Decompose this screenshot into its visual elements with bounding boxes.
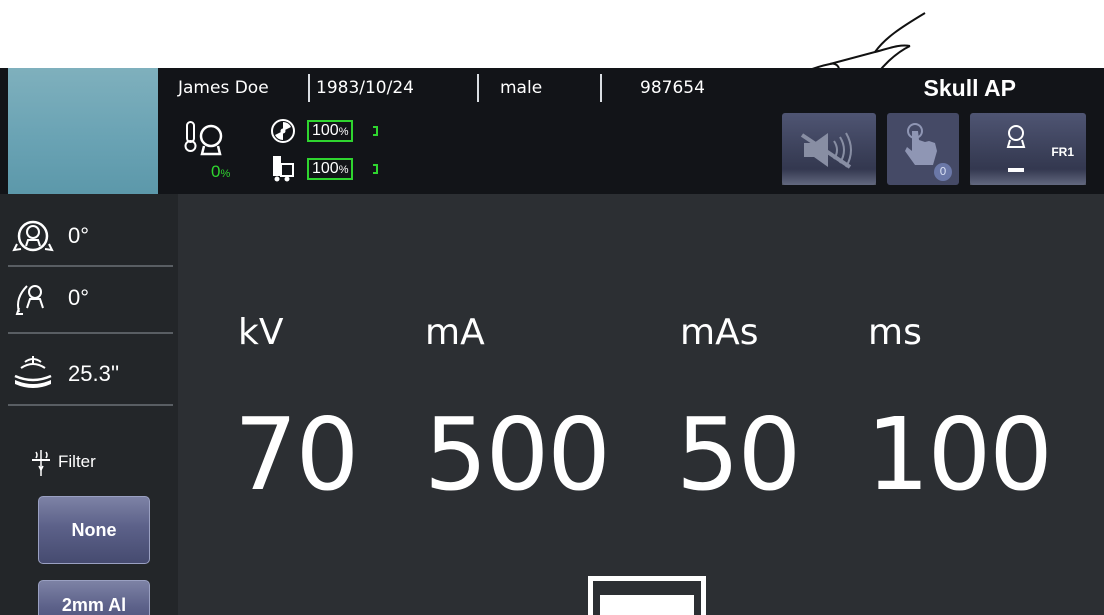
mute-button[interactable] bbox=[782, 113, 876, 185]
procedure-name: Skull AP bbox=[923, 75, 1016, 101]
rotation-angle: 0° bbox=[68, 223, 90, 248]
ms-label: ms bbox=[868, 312, 922, 353]
filter-label: Filter bbox=[58, 452, 96, 471]
radiation-icon bbox=[271, 119, 295, 143]
ms-value[interactable]: 100 bbox=[866, 395, 1053, 515]
divider bbox=[8, 265, 173, 267]
separator bbox=[477, 74, 479, 102]
rotation-icon bbox=[10, 213, 56, 259]
generator-icon bbox=[273, 156, 294, 182]
battery-cap bbox=[373, 126, 378, 136]
touch-count-badge: 0 bbox=[934, 163, 952, 181]
sid-distance: 25.3'' bbox=[68, 361, 120, 386]
filter-none-button[interactable]: None bbox=[38, 496, 150, 564]
patient-dob: 1983/10/24 bbox=[316, 78, 414, 98]
logo-panel bbox=[8, 68, 158, 194]
mas-label: mAs bbox=[680, 312, 759, 353]
separator bbox=[308, 74, 310, 102]
patient-id: 987654 bbox=[640, 78, 705, 98]
filter-icon bbox=[32, 450, 50, 476]
rotation-row[interactable]: 0° bbox=[10, 206, 89, 266]
kv-value[interactable]: 70 bbox=[234, 395, 359, 515]
divider bbox=[8, 404, 173, 406]
sid-row[interactable]: 25.3'' bbox=[10, 344, 119, 404]
radiation-battery: 100% bbox=[307, 120, 354, 142]
patient-name: James Doe bbox=[178, 78, 269, 98]
patient-sex: male bbox=[500, 78, 543, 98]
generator-battery: 100% bbox=[307, 158, 354, 180]
percent-sign: % bbox=[220, 168, 231, 180]
focal-spot-button[interactable]: FR1 bbox=[970, 113, 1086, 185]
battery-cap bbox=[373, 164, 378, 174]
ma-label: mA bbox=[425, 312, 485, 353]
speaker-muted-icon bbox=[800, 132, 852, 169]
generator-battery-value: 100 bbox=[312, 160, 339, 177]
tilt-row[interactable]: 0° bbox=[10, 268, 89, 328]
percent-sign: % bbox=[338, 164, 349, 176]
tube-temperature-icon bbox=[184, 121, 223, 156]
focal-spot-label: FR1 bbox=[1051, 145, 1074, 159]
tilt-angle: 0° bbox=[68, 285, 90, 310]
percent-sign: % bbox=[338, 126, 349, 138]
radiation-battery-value: 100 bbox=[312, 122, 339, 139]
xray-tube-icon bbox=[1006, 125, 1026, 148]
tilt-icon bbox=[10, 275, 56, 321]
button-glow bbox=[970, 169, 1086, 185]
ma-value[interactable]: 500 bbox=[424, 395, 611, 515]
exposure-indicator[interactable] bbox=[600, 595, 694, 615]
filter-2mm-al-button[interactable]: 2mm Al bbox=[38, 580, 150, 615]
tube-heat-percent: 0% bbox=[211, 162, 230, 182]
mas-value[interactable]: 50 bbox=[676, 395, 801, 515]
distance-icon bbox=[10, 351, 56, 397]
separator bbox=[600, 74, 602, 102]
touch-button[interactable]: 0 bbox=[887, 113, 959, 185]
kv-label: kV bbox=[238, 312, 284, 353]
divider bbox=[8, 332, 173, 334]
button-glow bbox=[782, 169, 876, 185]
status-area bbox=[170, 112, 410, 188]
